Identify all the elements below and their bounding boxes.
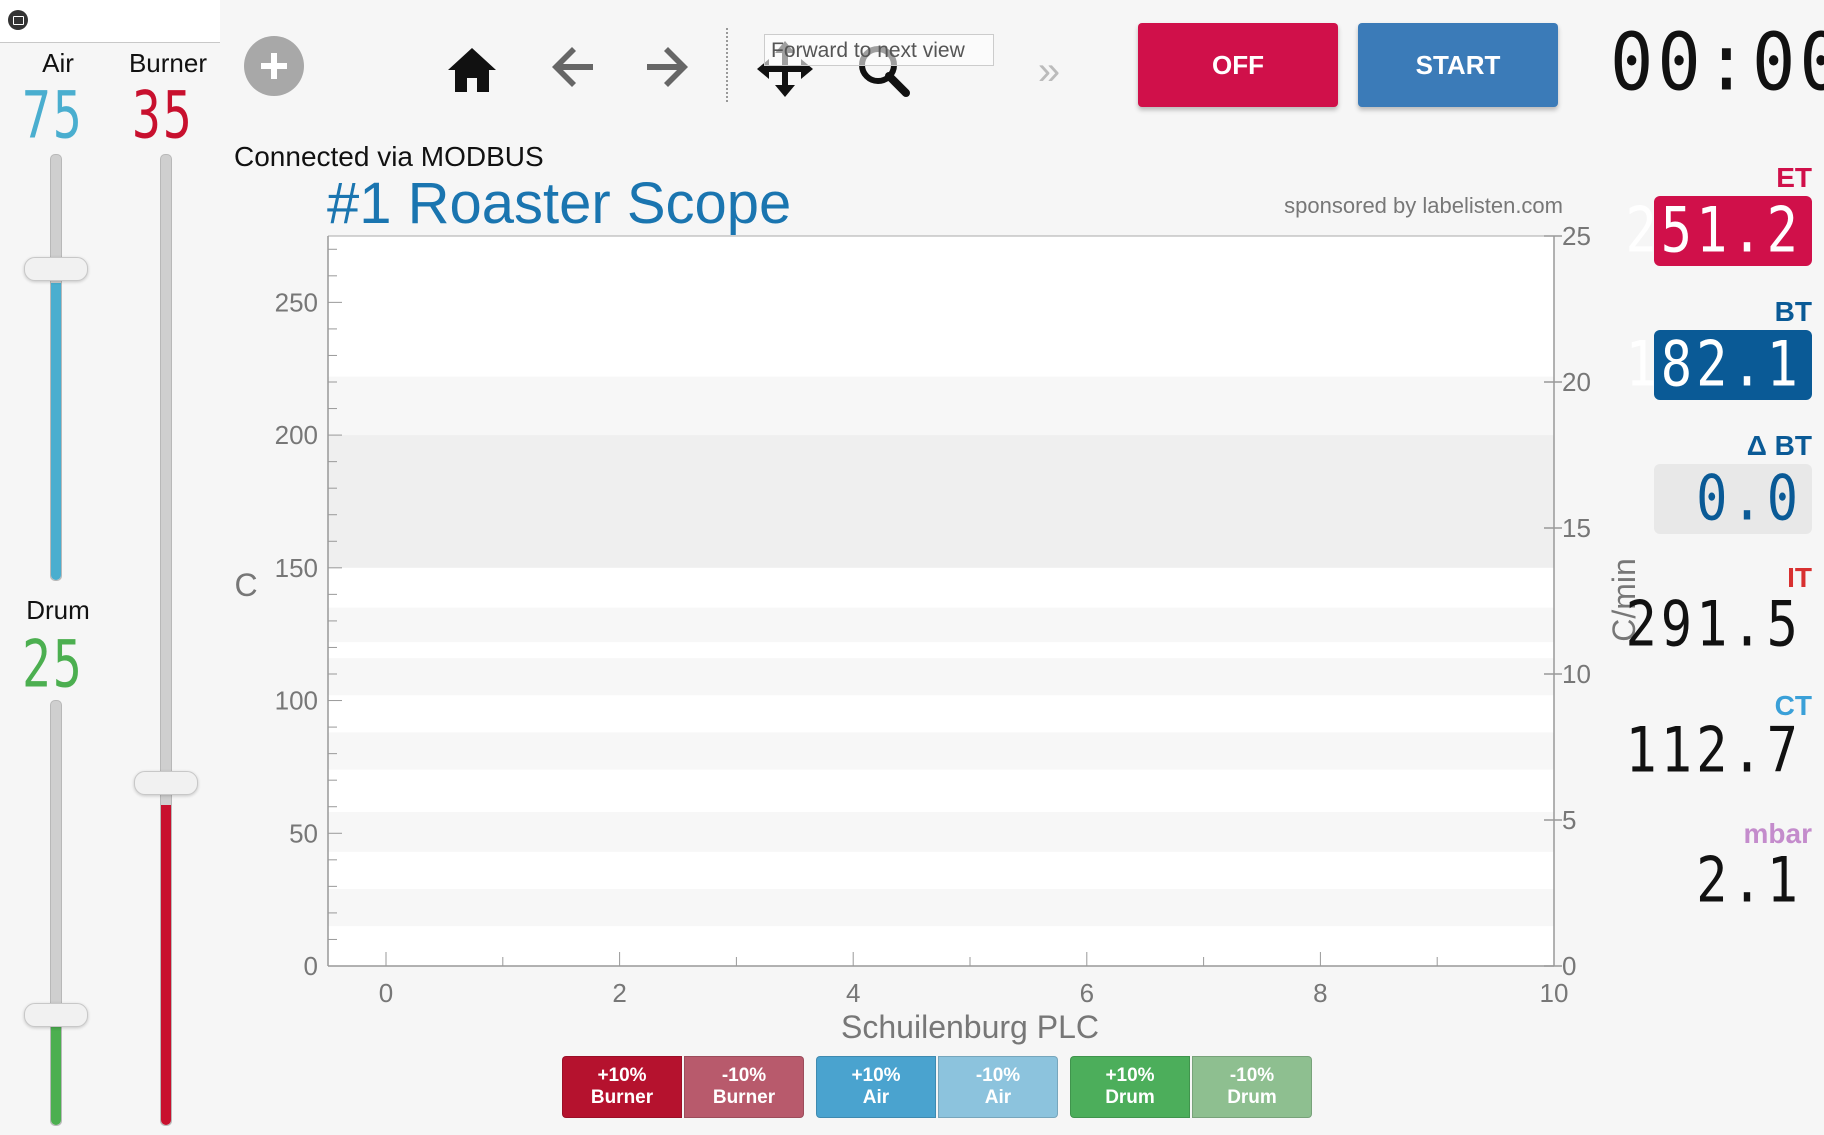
y2-tick-label: 25 bbox=[1562, 221, 1591, 251]
readout-box-5: 2.1 bbox=[1654, 845, 1812, 917]
phase-band bbox=[328, 732, 1554, 770]
y-tick-label: 100 bbox=[275, 686, 318, 716]
readout-value-5: 2.1 bbox=[1696, 845, 1802, 917]
readout-box-4: 112.7 bbox=[1625, 715, 1812, 787]
toolbar-separator bbox=[726, 28, 728, 102]
y-tick-label: 200 bbox=[275, 420, 318, 450]
phase-band bbox=[328, 658, 1554, 696]
adjust-button-0[interactable]: +10% Burner bbox=[562, 1056, 682, 1118]
adjust-button-5[interactable]: -10% Drum bbox=[1192, 1056, 1312, 1118]
readout-label-2: Δ BT bbox=[1746, 430, 1812, 461]
adjust-button-4[interactable]: +10% Drum bbox=[1070, 1056, 1190, 1118]
timer: 00:00 bbox=[1610, 15, 1824, 109]
readout-value-0: 251.2 bbox=[1625, 195, 1802, 267]
phase-band bbox=[328, 607, 1554, 643]
window-corner bbox=[0, 0, 220, 43]
x-tick-label: 0 bbox=[379, 978, 393, 1008]
chart: 05010015020025005101520250 2 4 6 8 10#1 Roast… bbox=[234, 171, 1640, 1045]
adjust-button-amount: -10% bbox=[721, 1065, 767, 1086]
drum-label: Drum bbox=[26, 595, 90, 625]
adjust-button-amount: -10% bbox=[1229, 1065, 1275, 1086]
arrow-left-icon bbox=[552, 47, 593, 87]
drum-slider-thumb[interactable] bbox=[24, 1003, 88, 1027]
readout-value-1: 182.1 bbox=[1625, 329, 1802, 401]
y-tick-label: 50 bbox=[289, 818, 318, 848]
drum-value: 25 bbox=[22, 627, 84, 703]
readout-box-1: 182.1 bbox=[1625, 329, 1812, 401]
x-tick-label: 4 bbox=[846, 978, 860, 1008]
forward-button[interactable] bbox=[640, 42, 696, 92]
adjust-button-2[interactable]: +10% Air bbox=[816, 1056, 936, 1118]
x-axis-label: Schuilenburg PLC bbox=[841, 1009, 1099, 1045]
adjust-button-3[interactable]: -10% Air bbox=[938, 1056, 1058, 1118]
readout-label-1: BT bbox=[1774, 296, 1812, 327]
y-tick-label: 150 bbox=[275, 553, 318, 583]
off-button[interactable]: OFF bbox=[1138, 23, 1338, 107]
x-tick-label: 8 bbox=[1313, 978, 1327, 1008]
air-slider[interactable] bbox=[24, 154, 88, 581]
arrow-right-icon bbox=[647, 47, 688, 87]
home-icon bbox=[448, 48, 496, 92]
back-button[interactable] bbox=[544, 42, 600, 92]
window-restore-icon[interactable] bbox=[8, 10, 28, 30]
drum-slider[interactable] bbox=[24, 700, 88, 1126]
tooltip: Forward to next view bbox=[764, 34, 994, 66]
adjust-button-target: Drum bbox=[1105, 1087, 1155, 1108]
readout-label-0: ET bbox=[1776, 162, 1812, 193]
y2-tick-label: 10 bbox=[1562, 659, 1591, 689]
plus-icon bbox=[261, 53, 287, 79]
readout-value-4: 112.7 bbox=[1625, 715, 1802, 787]
air-value: 75 bbox=[22, 78, 84, 154]
adjust-button-amount: +10% bbox=[597, 1065, 647, 1086]
air-slider-fill bbox=[51, 282, 61, 580]
y-tick-label: 0 bbox=[304, 951, 318, 981]
adjust-button-target: Drum bbox=[1227, 1087, 1277, 1108]
drum-slider-fill bbox=[51, 1027, 61, 1125]
phase-band bbox=[328, 435, 1554, 568]
adjust-button-amount: +10% bbox=[851, 1065, 901, 1086]
x-tick-label: 6 bbox=[1080, 978, 1094, 1008]
burner-value: 35 bbox=[132, 78, 194, 154]
adjust-button-target: Burner bbox=[712, 1087, 776, 1108]
adjust-button-target: Air bbox=[862, 1087, 890, 1108]
y2-tick-label: 0 bbox=[1562, 951, 1576, 981]
burner-slider[interactable] bbox=[134, 154, 198, 1126]
more-chevron-icon[interactable]: » bbox=[1026, 49, 1072, 93]
sponsor-text: sponsored by labelisten.com bbox=[1284, 193, 1563, 218]
y2-tick-label: 20 bbox=[1562, 367, 1591, 397]
readout-value-3: 291.5 bbox=[1625, 589, 1802, 661]
readout-box-3: 291.5 bbox=[1625, 589, 1812, 661]
x-tick-label: 10 bbox=[1540, 978, 1569, 1008]
adjust-button-amount: -10% bbox=[975, 1065, 1021, 1086]
readout-box-2: 0.0 bbox=[1654, 463, 1812, 535]
air-label: Air bbox=[42, 48, 74, 78]
plot-area bbox=[328, 236, 1554, 966]
burner-label: Burner bbox=[128, 48, 208, 78]
readout-value-2: 0.0 bbox=[1696, 463, 1802, 535]
y2-tick-label: 5 bbox=[1562, 805, 1576, 835]
readout-box-0: 251.2 bbox=[1625, 195, 1812, 267]
phase-band bbox=[328, 812, 1554, 852]
burner-slider-fill bbox=[161, 804, 171, 1125]
adjust-button-amount: +10% bbox=[1105, 1065, 1155, 1086]
y-axis-label: C bbox=[234, 567, 257, 603]
chart-title: #1 Roaster Scope bbox=[327, 171, 791, 236]
adjust-button-target: Air bbox=[984, 1087, 1012, 1108]
air-slider-thumb[interactable] bbox=[24, 257, 88, 281]
add-event-button[interactable] bbox=[244, 36, 304, 96]
burner-slider-thumb[interactable] bbox=[134, 771, 198, 795]
y-tick-label: 250 bbox=[275, 287, 318, 317]
start-button[interactable]: START bbox=[1358, 23, 1558, 107]
phase-band bbox=[328, 889, 1554, 927]
home-button[interactable] bbox=[444, 44, 500, 96]
adjust-button-target: Burner bbox=[590, 1087, 654, 1108]
y2-tick-label: 15 bbox=[1562, 513, 1591, 543]
x-tick-label: 2 bbox=[612, 978, 626, 1008]
adjust-button-1[interactable]: -10% Burner bbox=[684, 1056, 804, 1118]
